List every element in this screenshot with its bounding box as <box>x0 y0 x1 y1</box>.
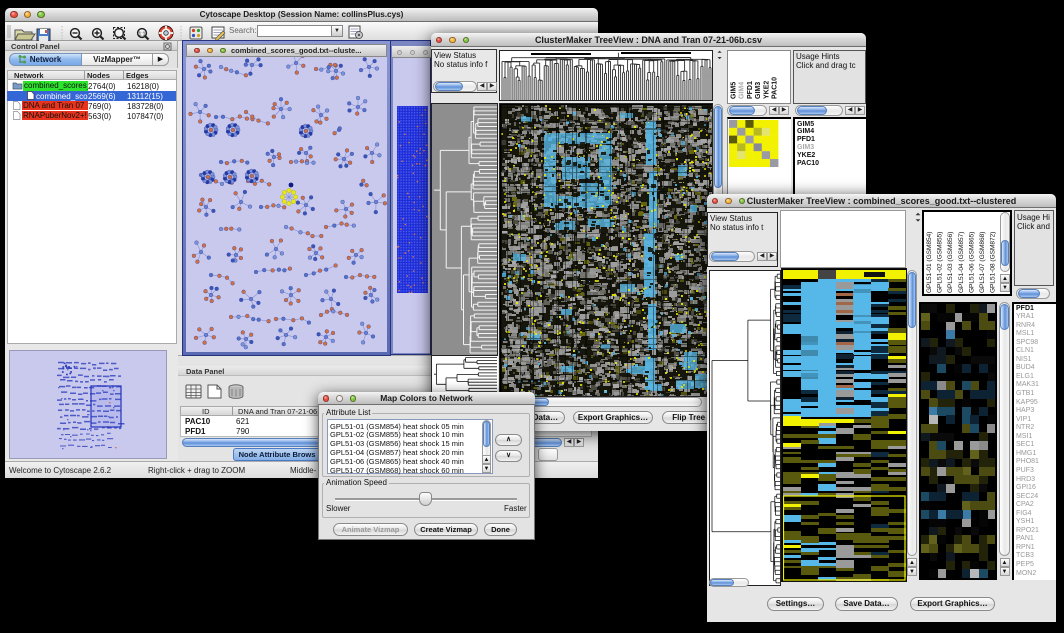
svg-text:YKE2: YKE2 <box>763 81 770 99</box>
svg-text:GPL51-01 (GSM854): GPL51-01 (GSM854) <box>926 232 933 293</box>
svg-text:GIM3: GIM3 <box>755 82 762 99</box>
svg-text:GPL51-03 (GSM856): GPL51-03 (GSM856) <box>947 232 954 293</box>
svg-text:GPL51-08 (GSM872): GPL51-08 (GSM872) <box>990 232 997 293</box>
svg-text:GPL51-04 (GSM857): GPL51-04 (GSM857) <box>958 232 965 293</box>
svg-text:GPL51-07 (GSM868): GPL51-07 (GSM868) <box>979 232 986 293</box>
svg-text:GIM4: GIM4 <box>739 82 746 99</box>
svg-text:PAC10: PAC10 <box>772 77 779 99</box>
svg-text:GIM5: GIM5 <box>731 82 738 99</box>
svg-text:1:1: 1:1 <box>139 31 146 37</box>
svg-text:GPL51-06 (GSM865): GPL51-06 (GSM865) <box>968 232 975 293</box>
svg-text:GPL51-02 (GSM855): GPL51-02 (GSM855) <box>937 232 944 293</box>
svg-text:PFD1: PFD1 <box>747 81 754 99</box>
